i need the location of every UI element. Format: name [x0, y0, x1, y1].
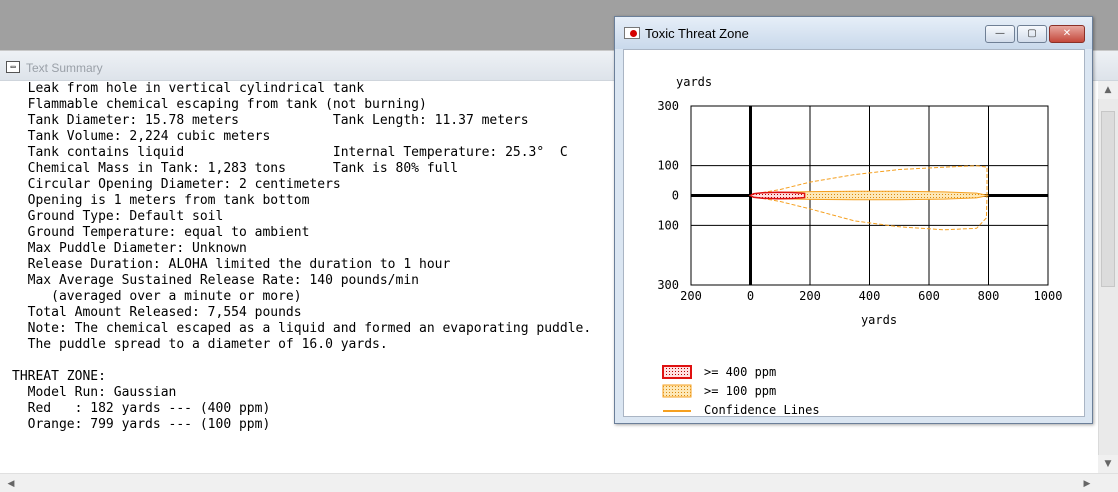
summary-line: Leak from hole in vertical cylindrical t…: [12, 81, 365, 96]
summary-line: Chemical Mass in Tank: 1,283 tons Tank i…: [12, 161, 459, 176]
toxic-threat-zone-window: Toxic Threat Zone — ▢ ✕ 200 0 200 400 600 800…: [614, 16, 1093, 424]
red-threat-zone: [749, 191, 806, 200]
scroll-up-arrow-icon[interactable]: ▲: [1098, 81, 1118, 99]
threat-zone-client: 200 0 200 400 600 800 1000 300 100 0 100 300 yards ya…: [623, 49, 1085, 417]
legend-label: >= 400 ppm: [704, 365, 776, 379]
maximize-button[interactable]: ▢: [1017, 25, 1047, 43]
vertical-scrollbar[interactable]: ▲ ▼: [1098, 81, 1118, 473]
summary-line: Max Puddle Diameter: Unknown: [12, 241, 247, 256]
threat-zone-plot: 200 0 200 400 600 800 10003001000100300yardsya…: [657, 75, 1063, 416]
summary-line: Tank Volume: 2,224 cubic meters: [12, 129, 271, 144]
x-tick-label: 600: [918, 289, 940, 303]
summary-line: Red : 182 yards --- (400 ppm): [12, 401, 271, 416]
y-tick-label: 100: [657, 159, 679, 173]
vertical-scroll-thumb[interactable]: [1101, 111, 1115, 287]
y-axis-label: yards: [676, 75, 712, 89]
document-icon: ▭: [6, 61, 20, 73]
close-button[interactable]: ✕: [1049, 25, 1085, 43]
y-tick-label: 100: [657, 218, 679, 232]
scroll-right-arrow-icon[interactable]: ▶: [1078, 474, 1096, 492]
legend-swatch-400ppm: [662, 365, 692, 379]
minimize-button[interactable]: —: [985, 25, 1015, 43]
summary-line: (averaged over a minute or more): [12, 289, 302, 304]
summary-line: Tank Diameter: 15.78 meters Tank Length:…: [12, 113, 529, 128]
x-tick-label: 800: [978, 289, 1000, 303]
summary-line: Ground Type: Default soil: [12, 209, 224, 224]
x-tick-label: 0: [747, 289, 754, 303]
summary-line: Total Amount Released: 7,554 pounds: [12, 305, 302, 320]
legend-label: >= 100 ppm: [704, 384, 776, 398]
summary-line: Tank contains liquid Internal Temperatur…: [12, 145, 568, 160]
summary-line: Ground Temperature: equal to ambient: [12, 225, 310, 240]
threat-zone-title: Toxic Threat Zone: [645, 26, 749, 41]
threat-zone-titlebar[interactable]: Toxic Threat Zone — ▢ ✕: [615, 17, 1092, 49]
summary-line: Release Duration: ALOHA limited the dura…: [12, 257, 451, 272]
summary-line: Opening is 1 meters from tank bottom: [12, 193, 310, 208]
legend-swatch-100ppm: [662, 384, 692, 398]
text-summary-title: Text Summary: [26, 61, 103, 75]
scroll-left-arrow-icon[interactable]: ◀: [2, 474, 20, 492]
summary-line: THREAT ZONE:: [12, 369, 106, 384]
scroll-down-arrow-icon[interactable]: ▼: [1098, 455, 1118, 473]
y-tick-label: 0: [672, 189, 679, 203]
summary-line: Circular Opening Diameter: 2 centimeters: [12, 177, 341, 192]
summary-line: Note: The chemical escaped as a liquid a…: [12, 321, 592, 336]
summary-line: Flammable chemical escaping from tank (n…: [12, 97, 427, 112]
x-tick-label: 200: [680, 289, 702, 303]
summary-line: The puddle spread to a diameter of 16.0 …: [12, 337, 388, 352]
x-axis-label: yards: [861, 313, 897, 327]
horizontal-scrollbar[interactable]: ◀ ▶: [0, 473, 1118, 492]
x-tick-label: 400: [859, 289, 881, 303]
summary-line: Orange: 799 yards --- (100 ppm): [12, 417, 271, 432]
x-tick-label: 200: [799, 289, 821, 303]
y-tick-label: 300: [657, 278, 679, 292]
x-tick-label: 1000: [1034, 289, 1063, 303]
summary-line: Max Average Sustained Release Rate: 140 …: [12, 273, 419, 288]
y-tick-label: 300: [657, 99, 679, 113]
summary-line: Model Run: Gaussian: [12, 385, 177, 400]
threat-zone-app-icon: [624, 27, 640, 39]
legend-label: Confidence Lines: [704, 403, 820, 416]
